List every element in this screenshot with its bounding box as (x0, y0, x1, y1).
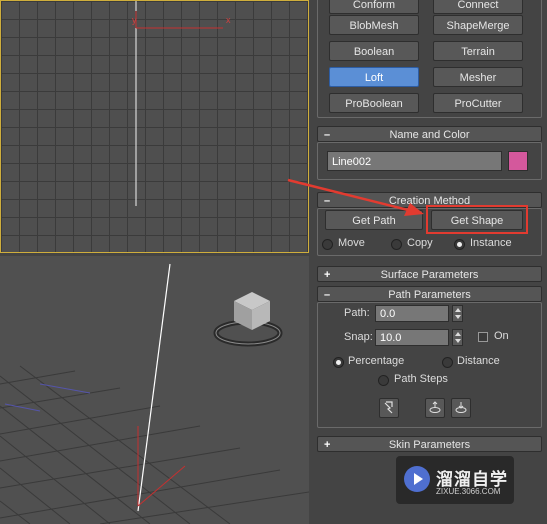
watermark: 溜溜自学 ZIXUE.3066.COM (396, 456, 514, 504)
watermark-subtitle: ZIXUE.3066.COM (436, 487, 501, 496)
annotation-arrow (287, 178, 424, 216)
play-logo-icon (404, 466, 430, 492)
